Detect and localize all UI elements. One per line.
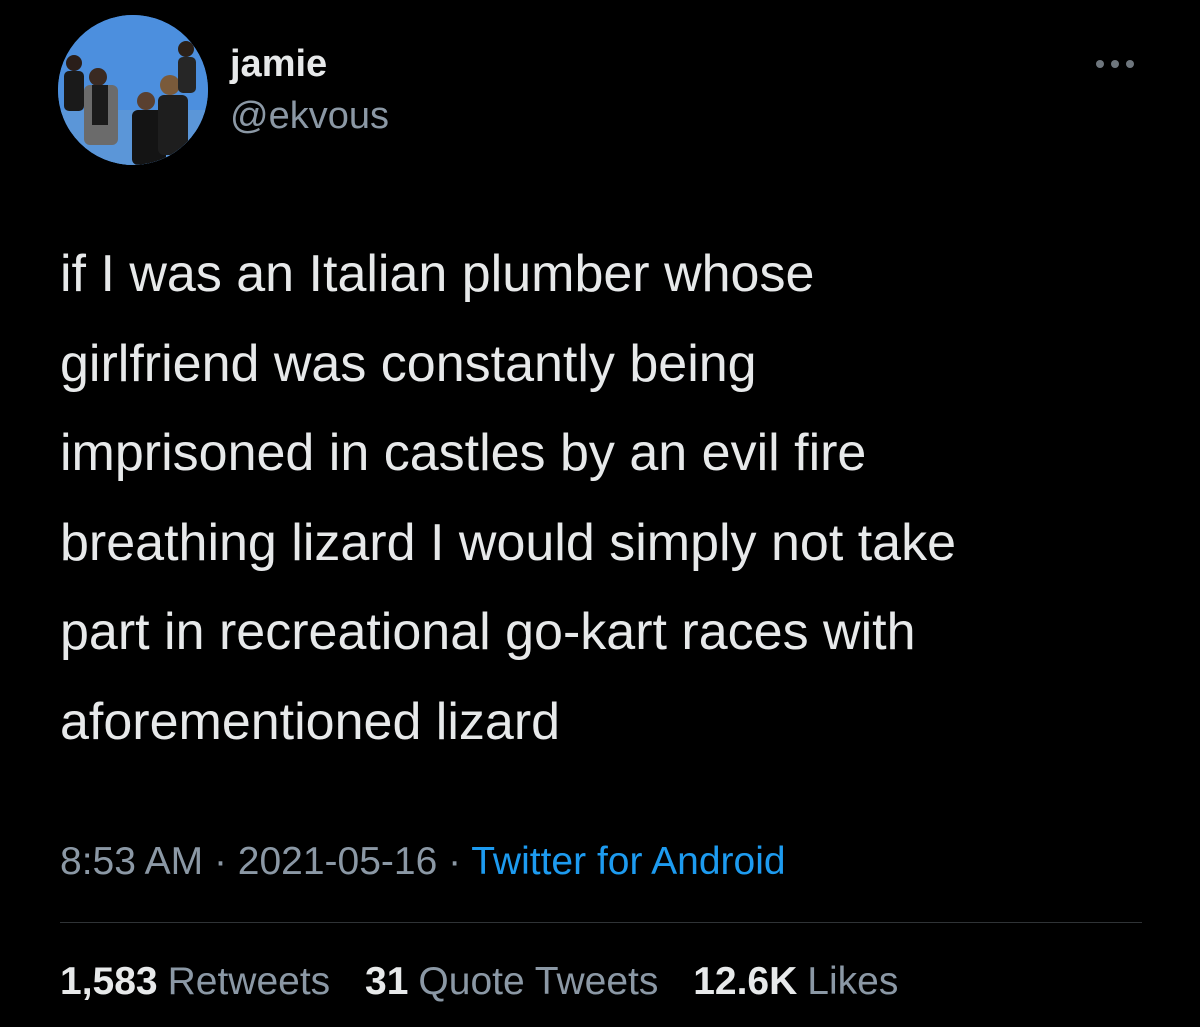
avatar[interactable] xyxy=(58,15,208,165)
retweets-label: Retweets xyxy=(167,960,331,1003)
tweet-stats: 1,583 Retweets 31 Quote Tweets 12.6K Likes xyxy=(60,958,922,1006)
avatar-photo xyxy=(58,15,208,165)
display-name[interactable]: jamie xyxy=(230,40,327,88)
tweet-text-line: part in recreational go-kart races with xyxy=(60,603,916,661)
quote-tweets-count: 31 xyxy=(365,960,409,1003)
retweets-stat[interactable]: 1,583 Retweets xyxy=(60,958,330,1006)
tweet-detail: jamie @ekvous if I was an Italian plumbe… xyxy=(0,0,1200,1027)
quote-tweets-stat[interactable]: 31 Quote Tweets xyxy=(365,958,658,1006)
tweet-metadata: 8:53 AM · 2021-05-16 · Twitter for Andro… xyxy=(60,838,786,886)
quote-tweets-label: Quote Tweets xyxy=(418,960,659,1003)
retweets-count: 1,583 xyxy=(60,960,158,1003)
tweet-text: if I was an Italian plumber whose girlfr… xyxy=(60,230,1150,767)
tweet-source-link[interactable]: Twitter for Android xyxy=(471,840,785,883)
more-options-button[interactable] xyxy=(1090,52,1140,76)
tweet-text-line: breathing lizard I would simply not take xyxy=(60,513,957,572)
tweet-time[interactable]: 8:53 AM xyxy=(60,840,203,883)
meta-separator: · xyxy=(448,840,462,883)
likes-count: 12.6K xyxy=(693,960,798,1003)
meta-separator: · xyxy=(213,840,227,883)
more-horizontal-icon xyxy=(1096,60,1104,68)
more-horizontal-icon xyxy=(1111,60,1119,68)
user-handle[interactable]: @ekvous xyxy=(230,92,389,140)
tweet-text-line: girlfriend was constantly being xyxy=(60,334,757,393)
divider xyxy=(60,922,1142,923)
likes-stat[interactable]: 12.6K Likes xyxy=(693,958,898,1006)
likes-label: Likes xyxy=(807,960,899,1003)
tweet-text-line: aforementioned lizard xyxy=(60,692,561,751)
tweet-text-line: imprisoned in castles by an evil fire xyxy=(60,424,867,482)
tweet-date[interactable]: 2021-05-16 xyxy=(238,840,438,883)
tweet-text-line: if I was an Italian plumber whose xyxy=(60,245,815,303)
more-horizontal-icon xyxy=(1126,60,1134,68)
